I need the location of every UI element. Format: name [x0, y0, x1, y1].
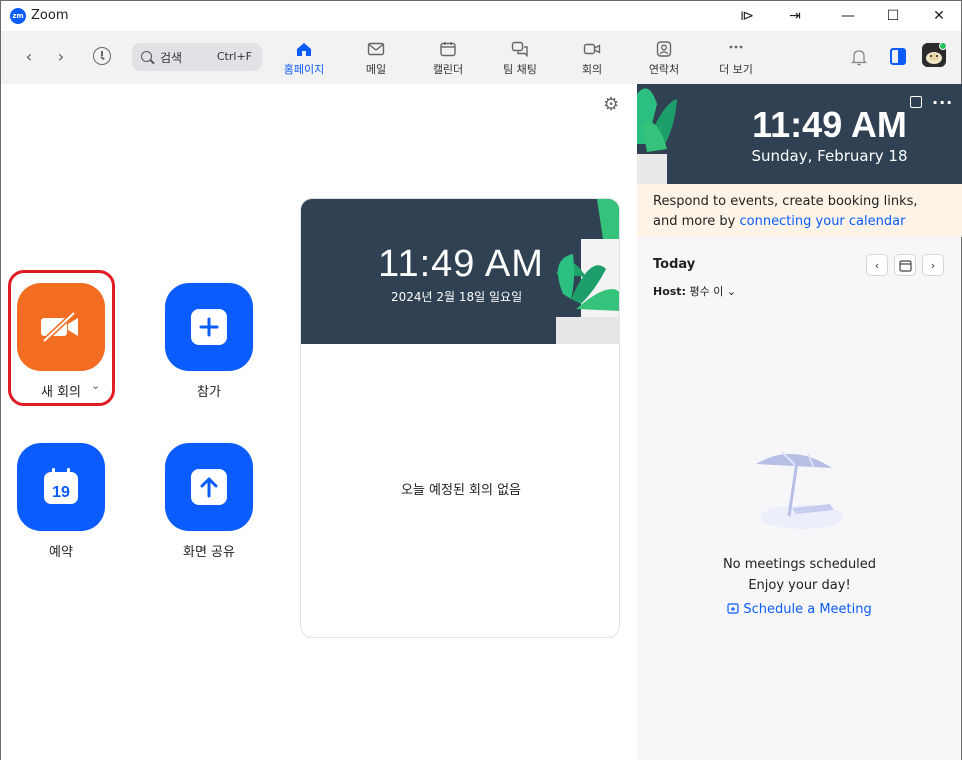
video-icon: [583, 43, 601, 55]
share-screen-tile[interactable]: [165, 443, 253, 531]
upcoming-meetings-card: 11:49 AM 2024년 2월 18일 일요일 오늘 예정된 회의 없음: [300, 198, 620, 638]
card-banner: 11:49 AM 2024년 2월 18일 일요일: [301, 199, 619, 344]
no-meetings-message: 오늘 예정된 회의 없음: [400, 483, 522, 498]
snap-icon[interactable]: ⧐: [724, 1, 770, 31]
today-label: Today: [653, 257, 696, 272]
tab-label: 캘린더: [432, 63, 464, 76]
tab-home[interactable]: 홈페이지: [269, 39, 339, 79]
calendar-icon: [898, 259, 912, 272]
connect-calendar-link[interactable]: connecting your calendar: [739, 214, 905, 229]
tab-label: 회의: [581, 63, 603, 76]
title-bar: zm Zoom ⧐ ⇥ — ☐ ✕: [0, 0, 962, 31]
tab-label: 연락처: [648, 63, 680, 76]
next-day-button[interactable]: ›: [922, 254, 944, 276]
tab-label: 팀 채팅: [503, 63, 537, 76]
chevron-left-icon: ‹: [874, 258, 880, 272]
tab-more[interactable]: 더 보기: [701, 39, 771, 79]
join-tile[interactable]: [165, 283, 253, 371]
popout-icon[interactable]: ⇥: [772, 1, 818, 31]
calendar-19-icon: 19: [44, 468, 78, 504]
tab-label: 더 보기: [719, 63, 753, 76]
chat-icon: [511, 41, 528, 57]
calendar-icon: [440, 42, 456, 57]
schedule-tile[interactable]: 19: [17, 443, 105, 531]
join-button[interactable]: 참가: [149, 283, 269, 400]
card-time: 11:49 AM: [378, 243, 544, 285]
selection-highlight: [8, 270, 115, 406]
calendar-side-panel: 11:49 AM Sunday, February 18 ··· Respond…: [637, 84, 962, 760]
zoom-logo-icon: zm: [10, 8, 26, 24]
chevron-right-icon: ›: [930, 258, 936, 272]
bell-icon[interactable]: [851, 48, 867, 66]
schedule-label: 예약: [49, 545, 73, 560]
calendar-picker-button[interactable]: [894, 254, 916, 276]
add-calendar-icon[interactable]: [910, 96, 922, 108]
mail-icon: [367, 42, 385, 56]
search-icon: [141, 51, 152, 62]
schedule-meeting-link[interactable]: Schedule a Meeting: [637, 602, 962, 617]
side-time: 11:49 AM: [752, 104, 907, 145]
previous-day-button[interactable]: ‹: [866, 254, 888, 276]
tab-calendar[interactable]: 캘린더: [413, 39, 483, 79]
tab-mail[interactable]: 메일: [341, 39, 411, 79]
enjoy-day-text: Enjoy your day!: [748, 578, 851, 593]
no-meetings-title: No meetings scheduled: [722, 557, 877, 572]
tab-contacts[interactable]: 연락처: [629, 39, 699, 79]
join-label: 참가: [197, 385, 221, 400]
search-shortcut: Ctrl+F: [216, 50, 252, 63]
minimize-button[interactable]: —: [825, 1, 871, 31]
beach-umbrella-illustration: [756, 451, 844, 529]
settings-gear-icon[interactable]: ⚙: [603, 96, 621, 114]
schedule-button[interactable]: 19 예약: [1, 443, 121, 560]
tab-team-chat[interactable]: 팀 채팅: [485, 39, 555, 79]
history-icon[interactable]: [93, 47, 111, 65]
side-banner: 11:49 AM Sunday, February 18 ···: [637, 84, 962, 184]
host-value: 평수 이: [689, 285, 724, 298]
calendar-connect-notice: Respond to events, create booking links,…: [637, 184, 962, 237]
search-input[interactable]: 검색 Ctrl+F: [132, 43, 262, 71]
forward-arrow-icon[interactable]: ›: [51, 46, 71, 66]
schedule-meeting-label: Schedule a Meeting: [743, 602, 872, 617]
close-button[interactable]: ✕: [916, 1, 962, 31]
svg-text:19: 19: [52, 484, 70, 501]
online-status-dot: [939, 42, 947, 50]
tab-label: 메일: [365, 63, 387, 76]
share-arrow-up-icon: [191, 469, 227, 505]
window-title: Zoom: [31, 8, 69, 23]
card-date: 2024년 2월 18일 일요일: [391, 290, 523, 304]
host-filter[interactable]: Host: 평수 이 ⌄: [653, 283, 736, 299]
side-panel-toggle-icon[interactable]: [890, 48, 906, 65]
tab-label: 홈페이지: [283, 63, 325, 76]
contacts-icon: [656, 41, 672, 57]
more-options-icon[interactable]: ···: [932, 93, 953, 112]
share-screen-button[interactable]: 화면 공유: [149, 443, 269, 560]
more-icon: [729, 45, 743, 49]
calendar-plus-icon: [727, 603, 739, 614]
host-label: Host:: [653, 285, 686, 298]
side-date: Sunday, February 18: [751, 147, 908, 165]
back-arrow-icon[interactable]: ‹: [19, 46, 39, 66]
share-screen-label: 화면 공유: [183, 545, 235, 560]
tab-meetings[interactable]: 회의: [557, 39, 627, 79]
maximize-button[interactable]: ☐: [870, 1, 916, 31]
plus-icon: [191, 309, 227, 345]
chevron-down-icon: ⌄: [726, 285, 737, 298]
top-toolbar: ‹ › 검색 Ctrl+F 홈페이지 메일 캘린더 팀 채팅 회의 연락처 더 …: [0, 31, 962, 84]
search-placeholder: 검색: [160, 51, 183, 65]
home-icon: [297, 43, 311, 56]
